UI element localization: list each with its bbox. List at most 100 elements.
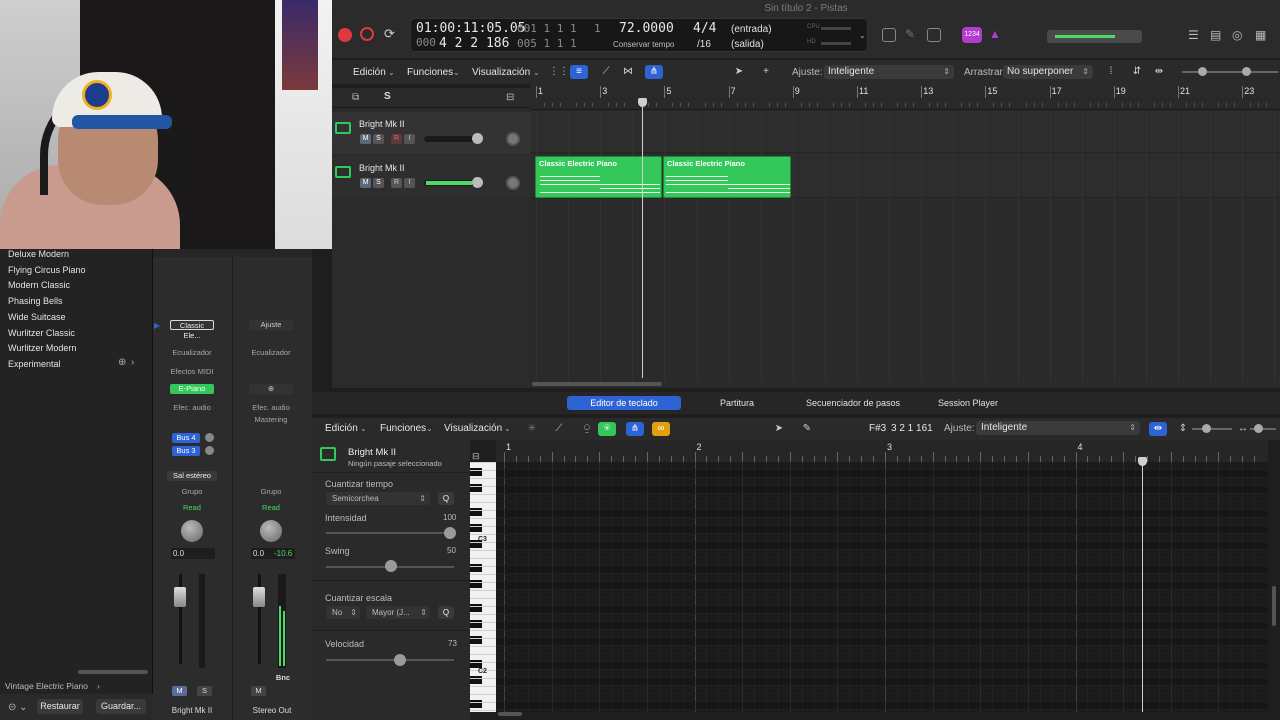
quantize-button[interactable]: Q xyxy=(438,492,454,505)
midi-region[interactable]: Classic Electric Piano xyxy=(663,156,791,198)
library-item[interactable]: Deluxe Modern xyxy=(8,249,69,259)
score-icon[interactable] xyxy=(927,28,941,42)
global-solo-button[interactable]: S xyxy=(384,91,391,102)
cycle-icon[interactable]: ⟳ xyxy=(384,26,395,42)
waveform-zoom-icon[interactable]: ⁞ xyxy=(1102,65,1120,79)
track-name[interactable]: Bright Mk II xyxy=(359,119,405,129)
output-label[interactable]: (salida) xyxy=(731,39,764,50)
velocity-knob[interactable] xyxy=(394,654,406,666)
pencil-tool-icon[interactable]: ✎ xyxy=(798,422,816,436)
scale-type-dropdown[interactable]: Mayor (J... ⇕ xyxy=(366,606,430,619)
list-icon[interactable]: ☰ xyxy=(1188,28,1199,42)
piano-roll-ruler[interactable]: 1 2 3 4 xyxy=(496,440,1268,462)
scale-quantize-button[interactable]: Q xyxy=(438,606,454,619)
horizontal-scrollbar[interactable] xyxy=(498,712,522,716)
crosshair-tool-icon[interactable]: + xyxy=(757,65,775,79)
library-item[interactable]: Wide Suitcase xyxy=(8,312,66,322)
track-row[interactable]: Bright Mk II M S R I xyxy=(332,156,530,198)
bounce-button[interactable]: Bnc xyxy=(271,673,295,682)
tab-score[interactable]: Partitura xyxy=(702,396,772,410)
vertical-zoom-icon[interactable]: ⇕ xyxy=(1174,422,1192,436)
library-item[interactable]: Modern Classic xyxy=(8,280,70,290)
playhead[interactable] xyxy=(1142,462,1143,712)
volume-slider[interactable] xyxy=(424,177,483,188)
tuner-icon[interactable] xyxy=(882,28,896,42)
send-knob[interactable] xyxy=(205,433,214,442)
solo-button[interactable]: S xyxy=(373,178,384,188)
eq-slot[interactable]: Ecualizador xyxy=(243,348,299,357)
horizontal-fit-icon[interactable]: ⇹ xyxy=(1149,422,1167,436)
input-monitor-button[interactable]: I xyxy=(404,134,415,144)
pencil-icon[interactable]: ✎ xyxy=(905,27,915,41)
midi-in-icon[interactable]: ✳ xyxy=(523,422,541,436)
audio-fx-slot[interactable]: Efec. audio xyxy=(165,403,219,412)
input-label[interactable]: (entrada) xyxy=(731,24,772,35)
options-icon[interactable]: ⊝ ⌄ xyxy=(8,702,28,713)
add-track-icon[interactable]: ⧉ xyxy=(352,92,359,103)
automation-mode[interactable]: Read xyxy=(165,503,219,512)
horizontal-fit-icon[interactable]: ⇹ xyxy=(1150,65,1168,79)
tempo-value[interactable]: 72.0000 xyxy=(619,21,674,36)
mastering-slot[interactable]: Mastering xyxy=(243,415,299,424)
link-icon[interactable]: ⊕ xyxy=(249,384,293,394)
volume-slider[interactable] xyxy=(424,133,483,144)
lcd-display[interactable]: 01:00:11:05.05 4 2 2 186 000 001 1 1 1 0… xyxy=(410,18,868,52)
tracks-area[interactable]: 1 3 5 7 9 11 13 15 17 19 21 23 Classic Electric Pia… xyxy=(530,84,1280,388)
save-button[interactable]: Guardar... xyxy=(96,699,146,714)
mute-button[interactable]: M xyxy=(251,686,266,696)
view-menu[interactable]: Visualización xyxy=(472,67,530,78)
pan-knob[interactable] xyxy=(506,176,520,190)
send-slot[interactable]: Bus 4 xyxy=(172,433,200,443)
time-signature[interactable]: 4/4 xyxy=(693,21,716,36)
pan-knob[interactable] xyxy=(181,520,203,542)
vertical-zoom-icon[interactable]: ⇵ xyxy=(1128,65,1146,79)
master-volume[interactable] xyxy=(1047,30,1142,43)
disclosure-triangle-icon[interactable]: ▶ xyxy=(154,321,160,330)
track-row[interactable]: Bright Mk II M S R I xyxy=(332,112,530,154)
zoom-slider-horizontal[interactable] xyxy=(1238,67,1278,76)
plus-icon[interactable]: ⊕ xyxy=(118,357,126,368)
catch-icon[interactable]: ⋔ xyxy=(645,65,663,79)
mute-button[interactable]: M xyxy=(360,134,371,144)
edit-menu[interactable]: Edición xyxy=(353,67,386,78)
catch-icon[interactable]: ⋔ xyxy=(626,422,644,436)
automation-mode[interactable]: Read xyxy=(243,503,299,512)
send-slot[interactable]: Bus 3 xyxy=(172,446,200,456)
region-settings-icon[interactable]: ⊟ xyxy=(472,451,480,462)
library-item[interactable]: Wurlitzer Classic xyxy=(8,328,75,338)
record-enable-button[interactable]: R xyxy=(391,178,402,188)
volume-fader[interactable] xyxy=(253,587,265,607)
record-button[interactable] xyxy=(338,28,352,42)
tempo-mode[interactable]: Conservar tempo xyxy=(613,40,674,49)
library-item[interactable]: Experimental xyxy=(8,359,61,369)
functions-menu[interactable]: Funciones xyxy=(380,423,426,434)
setting-button[interactable]: Classic Ele... xyxy=(170,320,214,340)
strip-name[interactable]: Stereo Out xyxy=(241,706,303,715)
midi-out-icon[interactable]: ⍜ xyxy=(578,422,596,436)
midi-fx-slot[interactable]: Efectos MIDI xyxy=(165,367,219,376)
swing-knob[interactable] xyxy=(385,560,397,572)
functions-menu[interactable]: Funciones xyxy=(407,67,453,78)
library-item[interactable]: Phasing Bells xyxy=(8,296,63,306)
instrument-slot[interactable]: E-Piano xyxy=(170,384,214,394)
group-slot[interactable]: Grupo xyxy=(243,487,299,496)
vertical-zoom-slider[interactable] xyxy=(1192,424,1232,433)
link-icon[interactable]: ∞ xyxy=(652,422,670,436)
edit-menu[interactable]: Edición xyxy=(325,423,358,434)
pointer-tool-icon[interactable]: ➤ xyxy=(770,422,788,436)
tab-piano-roll[interactable]: Editor de teclado xyxy=(567,396,681,410)
automation-icon[interactable]: ⟋ xyxy=(597,65,615,79)
browser-icon[interactable]: ◎ xyxy=(1232,28,1242,42)
loops-icon[interactable]: ▦ xyxy=(1255,28,1266,42)
quantize-dropdown[interactable]: Semicorchea ⇕ xyxy=(326,492,430,505)
library-item[interactable]: Flying Circus Piano xyxy=(8,265,86,275)
send-knob[interactable] xyxy=(205,446,214,455)
tab-session-player[interactable]: Session Player xyxy=(932,396,1004,410)
track-settings-icon[interactable]: ⊟ xyxy=(506,92,514,103)
velocity-slider[interactable] xyxy=(326,659,454,661)
pointer-tool-icon[interactable]: ➤ xyxy=(730,65,748,79)
solo-button[interactable]: S xyxy=(373,134,384,144)
snap-dropdown[interactable]: Inteligente ⇕ xyxy=(824,65,954,79)
count-in-badge[interactable]: 1234 xyxy=(962,27,982,43)
piano-roll-grid[interactable] xyxy=(496,440,1268,718)
